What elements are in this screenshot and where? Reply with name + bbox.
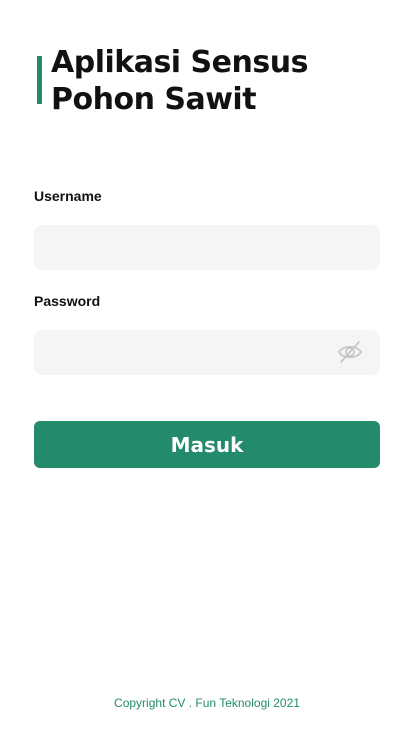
login-screen: Aplikasi Sensus Pohon Sawit Username Pas…: [0, 0, 414, 736]
eye-off-icon[interactable]: [337, 340, 363, 364]
password-label: Password: [34, 293, 101, 309]
title-block: Aplikasi Sensus Pohon Sawit: [37, 44, 351, 118]
username-label: Username: [34, 188, 102, 204]
title-accent-bar: [37, 56, 42, 104]
password-input[interactable]: [34, 330, 380, 375]
username-input[interactable]: [34, 225, 380, 270]
app-title: Aplikasi Sensus Pohon Sawit: [51, 45, 308, 117]
login-button[interactable]: Masuk: [34, 421, 380, 468]
copyright-text: Copyright CV . Fun Teknologi 2021: [114, 696, 300, 710]
